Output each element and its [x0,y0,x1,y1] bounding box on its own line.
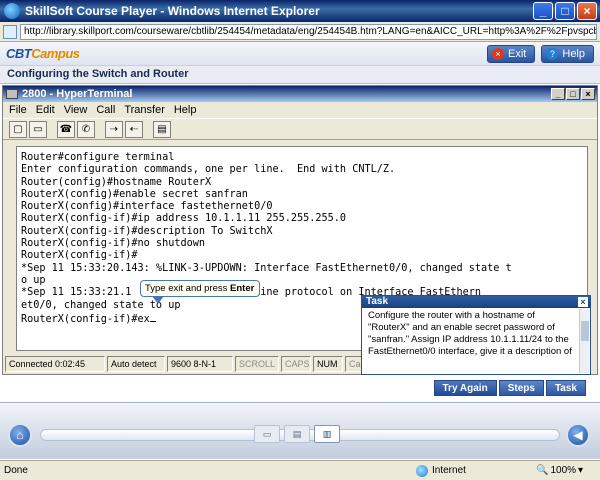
task-scrollbar[interactable] [579,309,589,373]
hyperterminal-icon [6,89,18,99]
task-panel: Task × Configure the router with a hostn… [361,295,591,375]
task-description: Configure the router with a hostname of … [368,310,572,357]
task-header: Task × [362,296,590,308]
status-num: NUM [313,356,343,372]
chevron-down-icon: ▾ [578,465,584,476]
url-field[interactable]: http://library.skillport.com/courseware/… [20,23,597,40]
ht-minimize-button[interactable]: _ [551,88,565,100]
window-controls: _ □ × [533,2,597,20]
terminal-line: o up [21,274,46,286]
menu-help[interactable]: Help [174,104,197,116]
status-detect: Auto detect [107,356,165,372]
help-icon: ? [546,48,559,60]
new-connection-icon[interactable]: ▢ [9,120,27,138]
tool-icon[interactable]: ▭ [254,425,280,443]
send-icon[interactable]: ⇢ [105,120,123,138]
disconnect-icon[interactable]: ✆ [77,120,95,138]
hyperterminal-titlebar: 2800 - HyperTerminal _ □ × [3,86,597,102]
terminal-line: RouterX(config)#enable secret sanfran [21,188,248,200]
status-connected: Connected 0:02:45 [5,356,105,372]
course-player-header: CBTCampus × Exit ? Help [0,42,600,66]
menu-view[interactable]: View [64,104,88,116]
terminal-line: Router(config)#hostname RouterX [21,176,212,188]
text-cursor [149,312,156,322]
header-actions: × Exit ? Help [487,45,594,63]
globe-icon [416,464,428,477]
help-button[interactable]: ? Help [541,45,594,63]
audio-icon[interactable]: ◀ [566,423,590,447]
browser-title: SkillSoft Course Player - Windows Intern… [25,4,320,18]
exit-button[interactable]: × Exit [487,45,536,63]
hyperterminal-window-controls: _ □ × [551,88,595,100]
terminal-line: RouterX(config-if)# [21,250,138,262]
terminal-input[interactable]: RouterX(config-if)#ex [21,314,150,325]
instruction-tooltip: Type exit and press Enter [140,280,260,297]
hyperterminal-toolbar: ▢ ▭ ☎ ✆ ⇢ ⇠ ▤ [3,118,597,140]
try-again-button[interactable]: Try Again [433,380,497,396]
status-caps: CAPS [281,356,311,372]
terminal-line: Enter configuration commands, one per li… [21,164,396,176]
close-button[interactable]: × [577,2,597,20]
minimize-button[interactable]: _ [533,2,553,20]
cbt-campus-logo: CBTCampus [6,46,80,61]
terminal-line: Router#configure terminal [21,152,175,163]
receive-icon[interactable]: ⇠ [125,120,143,138]
exit-icon: × [492,48,505,60]
ht-maximize-button[interactable]: □ [566,88,580,100]
help-label: Help [562,48,585,60]
course-title: Configuring the Switch and Router [0,66,600,84]
page-icon [3,24,17,39]
zoom-control[interactable]: 🔍 100% ▾ [536,465,600,476]
menu-transfer[interactable]: Transfer [124,104,165,116]
address-bar: http://library.skillport.com/courseware/… [0,22,600,42]
browser-statusbar: Done Internet 🔍 100% ▾ [0,460,600,480]
terminal-line: *Sep 11 15:33:20.143: %LINK-3-UPDOWN: In… [21,262,512,274]
tooltip-text: Type exit and press [145,283,231,294]
properties-icon[interactable]: ▤ [153,120,171,138]
steps-button[interactable]: Steps [498,380,544,396]
tooltip-pointer [152,296,164,304]
hyperterminal-menubar: File Edit View Call Transfer Help [3,102,597,118]
connect-icon[interactable]: ☎ [57,120,75,138]
exit-label: Exit [508,48,527,60]
open-icon[interactable]: ▭ [29,120,47,138]
tooltip-key: Enter [230,283,255,294]
terminal-line: RouterX(config-if)#ip address 10.1.1.11 … [21,213,347,225]
menu-file[interactable]: File [9,104,27,116]
terminal-line: RouterX(config-if)#description To Switch… [21,225,273,237]
task-title: Task [366,296,389,307]
terminal-line: RouterX(config)#interface fastethernet0/… [21,201,273,213]
terminal-line: RouterX(config-if)#no shutdown [21,238,206,250]
clipboard-icon[interactable]: ▥ [314,425,340,443]
browser-status-text: Done [4,465,28,476]
menu-edit[interactable]: Edit [36,104,55,116]
task-close-icon[interactable]: × [578,297,588,307]
hyperterminal-title: 2800 - HyperTerminal [22,88,133,100]
ht-close-button[interactable]: × [581,88,595,100]
task-button[interactable]: Task [545,380,586,396]
course-navigation-bar: ⌂ ▭ ▤ ▥ ◀ [0,402,600,459]
zoom-icon: 🔍 [536,465,549,476]
notes-icon[interactable]: ▤ [284,425,310,443]
zone-label: Internet [432,465,466,476]
simulation-actions: Try Again Steps Task [433,380,586,396]
zoom-level: 100% [550,465,577,476]
task-scroll-thumb[interactable] [581,321,589,341]
home-icon[interactable]: ⌂ [8,423,32,447]
status-settings: 9600 8-N-1 [167,356,233,372]
browser-titlebar: SkillSoft Course Player - Windows Intern… [0,0,600,22]
ie-icon [4,3,20,19]
maximize-button[interactable]: □ [555,2,575,20]
status-scroll: SCROLL [235,356,279,372]
menu-call[interactable]: Call [96,104,115,116]
security-zone: Internet [416,464,536,477]
